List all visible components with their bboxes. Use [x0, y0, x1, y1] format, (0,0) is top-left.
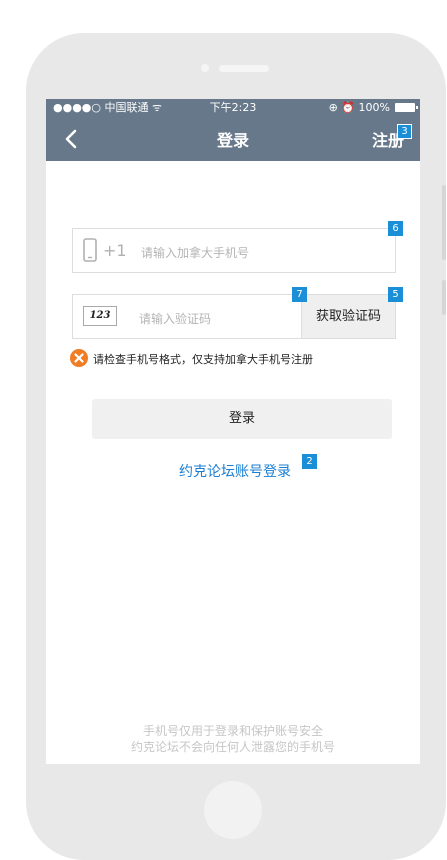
speaker-slot [219, 65, 269, 72]
error-icon [70, 349, 88, 367]
phone-placeholder: 请输入加拿大手机号 [141, 246, 250, 260]
page-title: 登录 [216, 131, 249, 150]
home-button[interactable] [204, 781, 262, 839]
captcha-image[interactable]: 123 [83, 306, 117, 326]
login-button[interactable]: 登录 [92, 399, 392, 439]
camera-dot [201, 64, 209, 72]
status-indicators: ⊕ ⏰ 100% [328, 101, 390, 114]
phone-input[interactable]: +1 请输入加拿大手机号 [72, 228, 396, 273]
get-code-button[interactable]: 获取验证码 [301, 294, 396, 339]
phone-side-button [442, 280, 446, 315]
code-placeholder: 请输入验证码 [139, 312, 212, 326]
annotation-marker: 3 [397, 124, 412, 139]
status-bar: ●●●●○ 中国联通 ᯤ 下午2:23 ⊕ ⏰ 100% [46, 99, 420, 117]
forum-account-login-link[interactable]: 约克论坛账号登录 [179, 461, 291, 481]
mobile-phone-icon [83, 238, 97, 262]
annotation-marker: 6 [388, 221, 403, 236]
navigation-bar: 登录 注册 [46, 117, 420, 161]
country-code: +1 [103, 241, 127, 260]
battery-icon [395, 103, 418, 112]
privacy-note-line1: 手机号仅用于登录和保护账号安全 [142, 724, 323, 738]
phone-side-button [442, 185, 446, 260]
annotation-marker: 5 [388, 287, 403, 302]
privacy-note-line2: 约克论坛不会向任何人泄露您的手机号 [130, 740, 335, 754]
verification-code-input[interactable]: 123 请输入验证码 [72, 294, 302, 339]
annotation-marker: 7 [292, 287, 307, 302]
error-message: 请检查手机号格式，仅支持加拿大手机号注册 [93, 353, 313, 366]
annotation-marker: 2 [302, 454, 317, 469]
